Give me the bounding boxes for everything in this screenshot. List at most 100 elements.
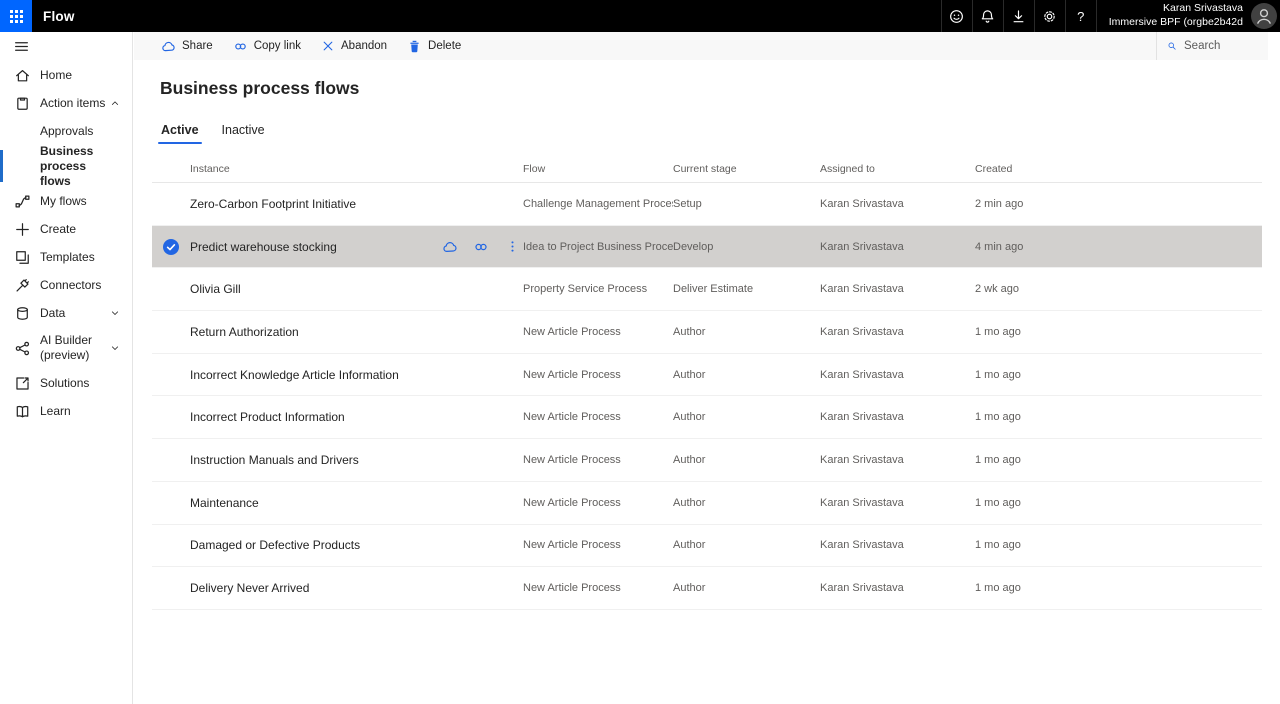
account-info[interactable]: Karan Srivastava Immersive BPF (orgbe2b4… — [1096, 0, 1251, 32]
cell-assigned-to: Karan Srivastava — [820, 454, 975, 466]
sidebar-item-approvals[interactable]: Approvals — [0, 117, 132, 145]
sidebar-item-business-process-flows[interactable]: Business process flows — [0, 145, 132, 187]
avatar[interactable] — [1251, 0, 1280, 32]
cell-assigned-to: Karan Srivastava — [820, 411, 975, 423]
cell-instance: Maintenance — [190, 496, 523, 510]
cell-assigned-to: Karan Srivastava — [820, 283, 975, 295]
search-icon — [1167, 39, 1177, 53]
column-header-instance[interactable]: Instance — [190, 163, 523, 175]
page-title: Business process flows — [160, 78, 1280, 99]
share-icon[interactable] — [441, 238, 459, 256]
sidebar-item-ai-builder[interactable]: AI Builder (preview) — [0, 327, 132, 369]
table-row[interactable]: Predict warehouse stocking Idea to Proje… — [152, 226, 1262, 269]
cell-current-stage: Author — [673, 539, 820, 551]
command-bar: Share Copy link Abandon Delete — [134, 32, 1268, 60]
cell-assigned-to: Karan Srivastava — [820, 582, 975, 594]
sidebar-item-my-flows[interactable]: My flows — [0, 187, 132, 215]
sidebar-item-templates[interactable]: Templates — [0, 243, 132, 271]
link-icon — [233, 39, 248, 54]
table-row[interactable]: Delivery Never Arrived New Article Proce… — [152, 567, 1262, 610]
cell-created: 4 min ago — [975, 241, 1262, 253]
abandon-button[interactable]: Abandon — [311, 32, 397, 60]
cell-created: 1 mo ago — [975, 497, 1262, 509]
column-header-flow[interactable]: Flow — [523, 163, 673, 175]
emoji-feedback-button[interactable] — [941, 0, 972, 32]
main-content: Business process flows Active Inactive I… — [134, 60, 1280, 704]
cell-current-stage: Develop — [673, 241, 820, 253]
waffle-icon — [10, 10, 23, 23]
more-options-icon[interactable] — [503, 238, 521, 256]
sidebar-item-action-items[interactable]: Action items — [0, 89, 132, 117]
cell-created: 1 mo ago — [975, 454, 1262, 466]
chevron-up-icon — [109, 97, 121, 109]
home-icon — [13, 66, 31, 84]
cell-instance: Incorrect Product Information — [190, 410, 523, 424]
column-header-assigned-to[interactable]: Assigned to — [820, 163, 975, 175]
share-icon — [161, 39, 176, 54]
column-header-created[interactable]: Created — [975, 163, 1262, 175]
avatar-icon — [1251, 3, 1277, 29]
cell-instance: Return Authorization — [190, 325, 523, 339]
tab-bar: Active Inactive — [160, 123, 1280, 144]
cell-created: 1 mo ago — [975, 369, 1262, 381]
cell-assigned-to: Karan Srivastava — [820, 326, 975, 338]
delete-button[interactable]: Delete — [397, 32, 471, 60]
column-header-current-stage[interactable]: Current stage — [673, 163, 820, 175]
app-title: Flow — [43, 9, 75, 24]
notifications-icon — [979, 8, 996, 25]
database-icon — [13, 304, 31, 322]
cell-assigned-to: Karan Srivastava — [820, 198, 975, 210]
cell-current-stage: Deliver Estimate — [673, 283, 820, 295]
table-row[interactable]: Damaged or Defective Products New Articl… — [152, 525, 1262, 568]
chevron-down-icon — [109, 342, 121, 354]
table-row[interactable]: Maintenance New Article Process Author K… — [152, 482, 1262, 525]
table-row[interactable]: Incorrect Knowledge Article Information … — [152, 354, 1262, 397]
settings-icon — [1041, 8, 1058, 25]
table-row[interactable]: Return Authorization New Article Process… — [152, 311, 1262, 354]
table-row[interactable]: Zero-Carbon Footprint Initiative Challen… — [152, 183, 1262, 226]
sidebar-item-solutions[interactable]: Solutions — [0, 369, 132, 397]
download-button[interactable] — [1003, 0, 1034, 32]
cell-instance: Olivia Gill — [190, 282, 523, 296]
notifications-button[interactable] — [972, 0, 1003, 32]
cell-current-stage: Author — [673, 454, 820, 466]
copy-link-button[interactable]: Copy link — [223, 32, 311, 60]
table-header: Instance Flow Current stage Assigned to … — [152, 155, 1262, 183]
share-button[interactable]: Share — [151, 32, 223, 60]
plus-icon — [13, 220, 31, 238]
app-launcher-button[interactable] — [0, 0, 32, 32]
table-row[interactable]: Instruction Manuals and Drivers New Arti… — [152, 439, 1262, 482]
nav-collapse-button[interactable] — [0, 32, 132, 61]
cell-current-stage: Author — [673, 369, 820, 381]
copy-link-icon[interactable] — [472, 238, 490, 256]
cell-assigned-to: Karan Srivastava — [820, 497, 975, 509]
cell-instance: Damaged or Defective Products — [190, 538, 523, 552]
ai-builder-icon — [13, 339, 31, 357]
sidebar-item-home[interactable]: Home — [0, 61, 132, 89]
book-icon — [13, 402, 31, 420]
cell-flow: Challenge Management Process — [523, 198, 673, 210]
templates-icon — [13, 248, 31, 266]
search-input[interactable] — [1184, 40, 1258, 52]
cell-created: 1 mo ago — [975, 411, 1262, 423]
cell-flow: New Article Process — [523, 411, 673, 423]
cell-current-stage: Setup — [673, 198, 820, 210]
sidebar-item-data[interactable]: Data — [0, 299, 132, 327]
cell-assigned-to: Karan Srivastava — [820, 241, 975, 253]
cell-flow: New Article Process — [523, 369, 673, 381]
tab-inactive[interactable]: Inactive — [221, 123, 266, 144]
settings-button[interactable] — [1034, 0, 1065, 32]
search-box[interactable] — [1156, 32, 1268, 60]
sidebar-item-create[interactable]: Create — [0, 215, 132, 243]
help-button[interactable]: ? — [1065, 0, 1096, 32]
tab-active[interactable]: Active — [160, 123, 200, 144]
cell-flow: Idea to Project Business Process — [523, 241, 673, 253]
sidebar-item-connectors[interactable]: Connectors — [0, 271, 132, 299]
table-row[interactable]: Incorrect Product Information New Articl… — [152, 396, 1262, 439]
sidebar-item-learn[interactable]: Learn — [0, 397, 132, 425]
top-app-bar: Flow ? Karan Srivastava Immersive BPF (o… — [0, 0, 1280, 32]
cell-created: 1 mo ago — [975, 326, 1262, 338]
selected-check-icon[interactable] — [163, 239, 179, 255]
cell-flow: Property Service Process — [523, 283, 673, 295]
table-row[interactable]: Olivia Gill Property Service Process Del… — [152, 268, 1262, 311]
